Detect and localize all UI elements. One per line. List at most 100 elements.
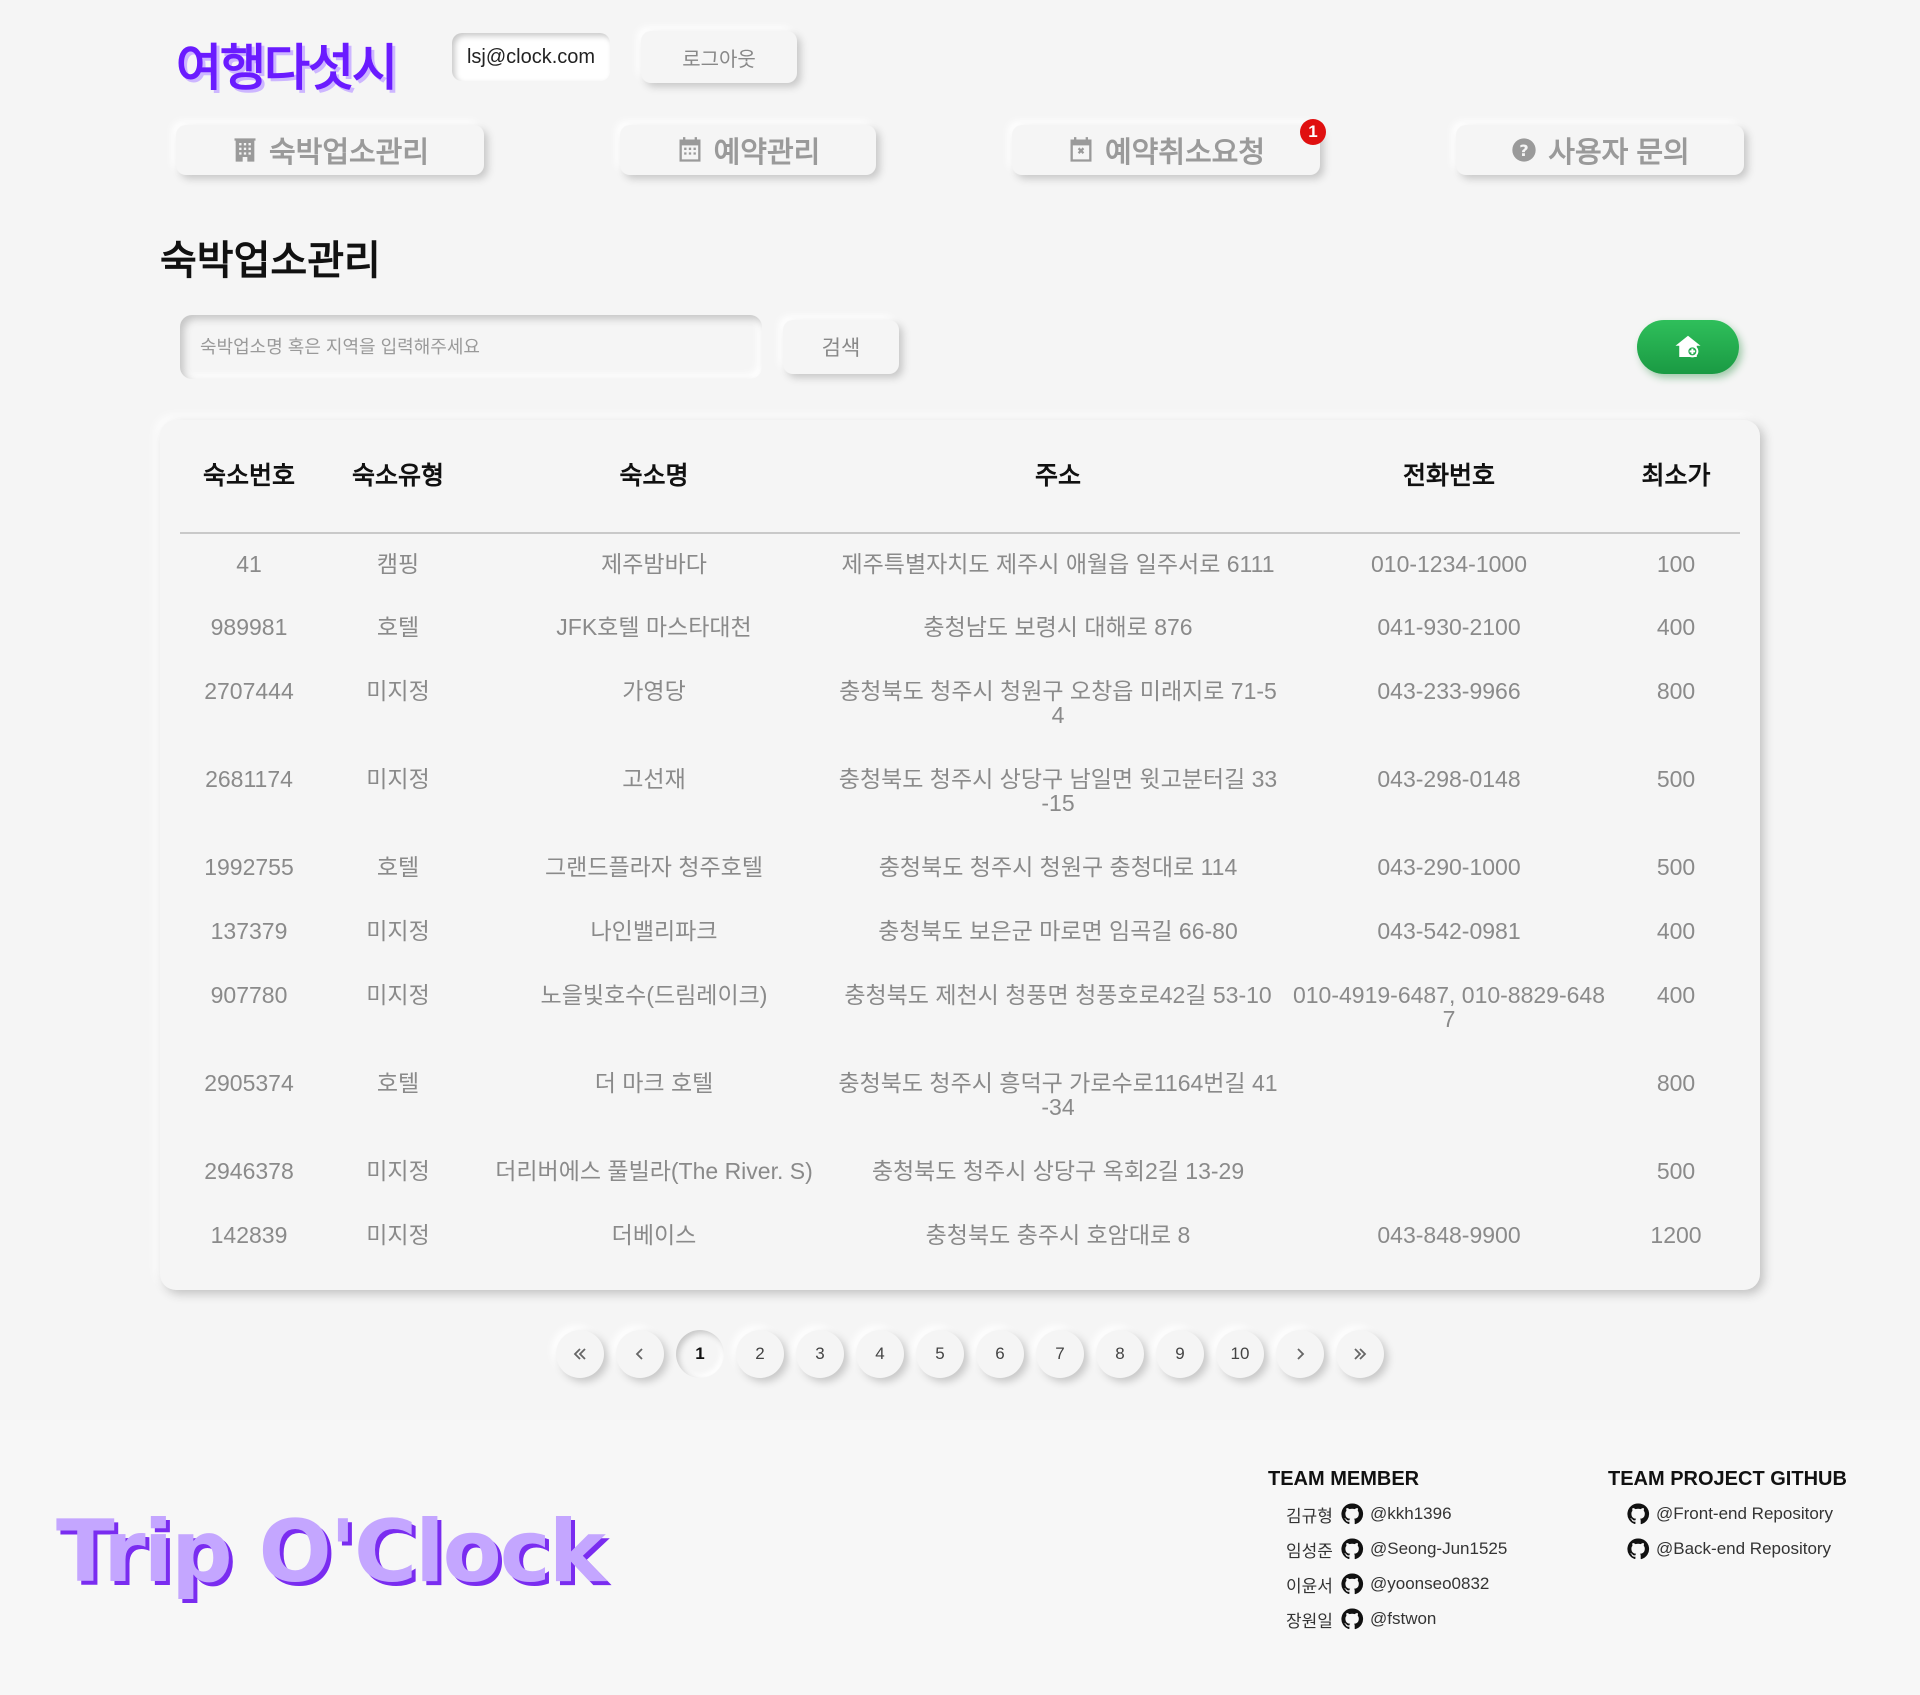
- cell-id: 989981: [210, 614, 288, 640]
- cell-id: 2707444: [204, 678, 294, 704]
- table-row[interactable]: 1992755 호텔 그랜드플라자 청주호텔 충청북도 청주시 청원구 충청대로…: [180, 837, 1740, 901]
- cell-address: 충청북도 청주시 상당구 남일면 윗고분터길 33-15: [838, 766, 1278, 817]
- prev-page-button[interactable]: [616, 1330, 664, 1378]
- nav-label: 숙박업소관리: [268, 137, 430, 169]
- cell-phone: 043-298-0148: [1377, 766, 1521, 792]
- member-handle: @Seong-Jun1525: [1370, 1539, 1508, 1558]
- cell-price: 800: [1656, 1070, 1696, 1096]
- page-button[interactable]: 10: [1216, 1330, 1264, 1378]
- nav-label: 예약관리: [713, 137, 821, 169]
- house-plus-icon: [1675, 335, 1701, 358]
- last-page-button[interactable]: [1336, 1330, 1384, 1378]
- cell-type: 미지정: [366, 918, 430, 944]
- cell-name: 더베이스: [611, 1222, 697, 1248]
- cell-address: 충청남도 보령시 대해로 876: [923, 614, 1193, 640]
- cell-price: 400: [1656, 918, 1696, 944]
- github-title: TEAM PROJECT GITHUB: [1608, 1468, 1847, 1490]
- cell-price: 500: [1656, 854, 1696, 880]
- repo-link-front[interactable]: @Front-end Repository: [1626, 1500, 1833, 1528]
- nav-user-inquiry[interactable]: ? 사용자 문의: [1456, 125, 1744, 175]
- table-row[interactable]: 137379 미지정 나인밸리파크 충청북도 보은군 마로면 임곡길 66-80…: [180, 901, 1740, 965]
- table-row[interactable]: 2946378 미지정 더리버에스 풀빌라(The River. S) 충청북도…: [180, 1141, 1740, 1205]
- column-header-type[interactable]: 숙소유형: [318, 420, 478, 534]
- page-button[interactable]: 9: [1156, 1330, 1204, 1378]
- add-accommodation-button[interactable]: [1637, 320, 1739, 374]
- table-row[interactable]: 2905374 호텔 더 마크 호텔 충청북도 청주시 흥덕구 가로수로1164…: [180, 1053, 1740, 1141]
- cell-name: 제주밤바다: [601, 551, 707, 577]
- cell-type: 호텔: [376, 1070, 420, 1096]
- cell-id: 41: [236, 551, 262, 577]
- page-button[interactable]: 3: [796, 1330, 844, 1378]
- search-input[interactable]: [180, 315, 762, 379]
- table-row[interactable]: 41 캠핑 제주밤바다 제주특별자치도 제주시 애월읍 일주서로 6111 01…: [180, 533, 1740, 597]
- table-row[interactable]: 142839 미지정 더베이스 충청북도 충주시 호암대로 8 043-848-…: [180, 1205, 1740, 1269]
- cell-phone: 010-4919-6487, 010-8829-6487: [1292, 982, 1606, 1033]
- cell-type: 캠핑: [376, 551, 420, 577]
- cell-name: 그랜드플라자 청주호텔: [545, 854, 763, 880]
- next-page-button[interactable]: [1276, 1330, 1324, 1378]
- cell-phone: 041-930-2100: [1377, 614, 1521, 640]
- page-button[interactable]: 1: [676, 1330, 724, 1378]
- member-name: 이윤서: [1286, 1576, 1333, 1596]
- cell-phone: 043-233-9966: [1377, 678, 1521, 704]
- cell-price: 400: [1656, 614, 1696, 640]
- app-logo[interactable]: 여행다섯시: [176, 28, 398, 100]
- question-circle-icon: ?: [1512, 138, 1536, 162]
- team-member[interactable]: 이윤서 @yoonseo0832: [1286, 1570, 1507, 1598]
- nav-label: 사용자 문의: [1548, 137, 1690, 169]
- github-icon: [1627, 1538, 1650, 1560]
- cell-id: 2905374: [204, 1070, 294, 1096]
- cell-name: 노을빛호수(드림레이크): [540, 982, 768, 1008]
- cell-address: 충청북도 청주시 흥덕구 가로수로1164번길 41-34: [838, 1070, 1278, 1121]
- cell-type: 미지정: [366, 1222, 430, 1248]
- page-button[interactable]: 8: [1096, 1330, 1144, 1378]
- page-button[interactable]: 5: [916, 1330, 964, 1378]
- github-icon: [1341, 1573, 1364, 1595]
- cell-address: 충청북도 청주시 청원구 오창읍 미래지로 71-54: [839, 678, 1277, 729]
- member-handle: @fstwon: [1370, 1609, 1437, 1628]
- calendar-icon: [679, 137, 701, 162]
- cell-name: 더 마크 호텔: [594, 1070, 714, 1096]
- page-button[interactable]: 7: [1036, 1330, 1084, 1378]
- cell-phone: 010-1234-1000: [1370, 551, 1528, 577]
- member-name: 장원일: [1286, 1611, 1333, 1631]
- column-header-id[interactable]: 숙소번호: [180, 420, 318, 534]
- cell-address: 제주특별자치도 제주시 애월읍 일주서로 6111: [841, 551, 1275, 577]
- column-header-price[interactable]: 최소가: [1612, 420, 1740, 534]
- team-member[interactable]: 임성준 @Seong-Jun1525: [1286, 1535, 1507, 1563]
- member-name: 임성준: [1286, 1541, 1333, 1561]
- page-button[interactable]: 4: [856, 1330, 904, 1378]
- page-button[interactable]: 2: [736, 1330, 784, 1378]
- column-header-name[interactable]: 숙소명: [478, 420, 830, 534]
- nav-cancel-requests[interactable]: 예약취소요청: [1012, 125, 1320, 175]
- cell-id: 142839: [210, 1222, 288, 1248]
- table-row[interactable]: 2707444 미지정 가영당 충청북도 청주시 청원구 오창읍 미래지로 71…: [180, 661, 1740, 749]
- cell-price: 500: [1656, 1158, 1696, 1184]
- cell-price: 1200: [1650, 1222, 1702, 1248]
- team-member[interactable]: 장원일 @fstwon: [1286, 1605, 1507, 1633]
- footer-logo: Trip O'Clock: [56, 1502, 606, 1602]
- cell-name: 더리버에스 풀빌라(The River. S): [495, 1158, 813, 1184]
- repo-link-back[interactable]: @Back-end Repository: [1626, 1535, 1833, 1563]
- logout-button[interactable]: 로그아웃: [641, 31, 797, 83]
- member-name: 김규형: [1286, 1506, 1333, 1526]
- search-button[interactable]: 검색: [783, 320, 899, 374]
- team-member[interactable]: 김규형 @kkh1396: [1286, 1500, 1507, 1528]
- page-button[interactable]: 6: [976, 1330, 1024, 1378]
- column-header-address[interactable]: 주소: [830, 420, 1286, 534]
- github-icon: [1341, 1538, 1364, 1560]
- nav-reservation-management[interactable]: 예약관리: [620, 125, 876, 175]
- cell-id: 907780: [210, 982, 288, 1008]
- table-row[interactable]: 907780 미지정 노을빛호수(드림레이크) 충청북도 제천시 청풍면 청풍호…: [180, 965, 1740, 1053]
- first-page-button[interactable]: [556, 1330, 604, 1378]
- nav-accommodation-management[interactable]: 숙박업소관리: [176, 125, 484, 175]
- cell-phone: 043-542-0981: [1377, 918, 1521, 944]
- table-row[interactable]: 2681174 미지정 고선재 충청북도 청주시 상당구 남일면 윗고분터길 3…: [180, 749, 1740, 837]
- table-row[interactable]: 989981 호텔 JFK호텔 마스타대천 충청남도 보령시 대해로 876 0…: [180, 597, 1740, 661]
- column-header-phone[interactable]: 전화번호: [1286, 420, 1612, 534]
- svg-text:?: ?: [1520, 141, 1529, 160]
- accommodation-table-card: 숙소번호 숙소유형 숙소명 주소 전화번호 최소가 41 캠핑 제주밤바다 제주…: [160, 420, 1760, 1290]
- user-email: lsj@clock.com: [452, 33, 610, 81]
- accommodation-table: 숙소번호 숙소유형 숙소명 주소 전화번호 최소가 41 캠핑 제주밤바다 제주…: [180, 420, 1740, 1269]
- cell-phone: [1286, 1053, 1612, 1141]
